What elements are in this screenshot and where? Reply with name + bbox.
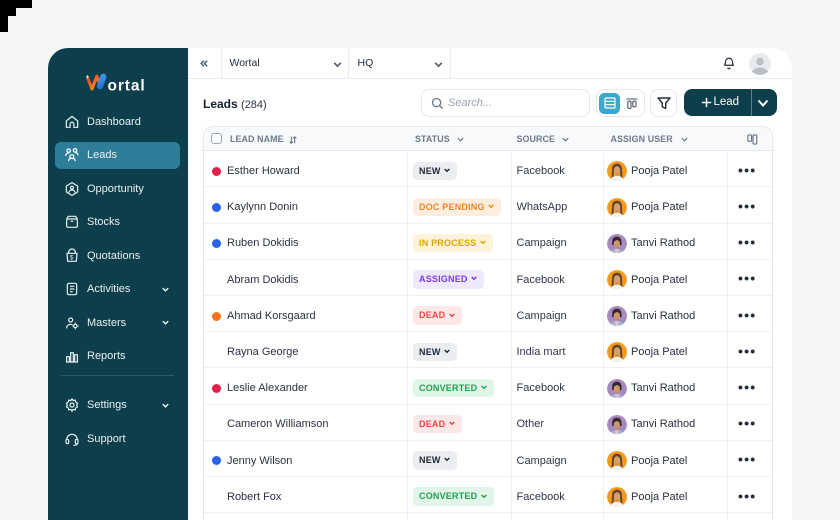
svg-text:$: $ (70, 255, 74, 261)
svg-text:ortal: ortal (107, 77, 145, 94)
